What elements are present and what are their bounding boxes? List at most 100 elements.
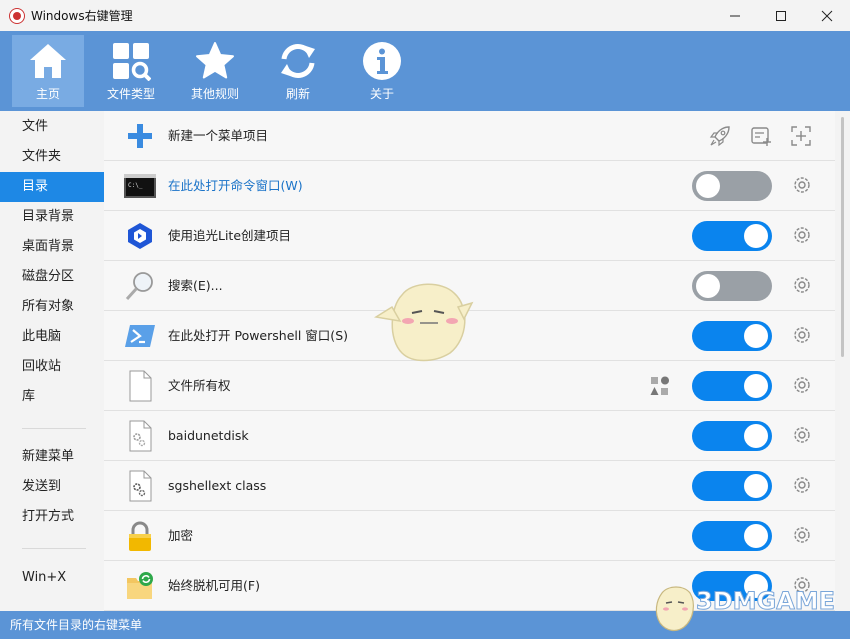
tool-home[interactable]: 主页: [12, 35, 84, 107]
cmd-icon: C:\_: [124, 174, 156, 198]
tool-about[interactable]: 关于: [346, 35, 418, 107]
enable-toggle[interactable]: [692, 471, 772, 501]
star-icon: [196, 42, 234, 79]
menu-item-row[interactable]: C:\_ 在此处打开命令窗口(W): [104, 161, 835, 211]
maximize-button[interactable]: [758, 0, 804, 31]
gear-icon[interactable]: [792, 375, 812, 395]
home-icon: [30, 44, 66, 78]
gear-file-icon: [129, 470, 152, 502]
sidebar-item-drive[interactable]: 磁盘分区: [0, 262, 104, 292]
enable-toggle[interactable]: [692, 171, 772, 201]
gear-icon[interactable]: [792, 175, 812, 195]
lock-icon: [129, 521, 151, 551]
toggle-knob: [744, 524, 768, 548]
tool-other-rules[interactable]: 其他规则: [179, 35, 251, 107]
vertical-scrollbar[interactable]: [835, 111, 850, 611]
menu-item-label: 加密: [168, 528, 194, 543]
sidebar-item-directory-background[interactable]: 目录背景: [0, 202, 104, 232]
menu-item-label: 始终脱机可用(F): [168, 578, 260, 593]
window-title: Windows右键管理: [31, 9, 133, 23]
svg-text:C:\_: C:\_: [128, 182, 143, 189]
gear-file-icon: [129, 420, 152, 452]
tool-file-types[interactable]: 文件类型: [95, 35, 167, 107]
menu-item-label: 在此处打开 Powershell 窗口(S): [168, 328, 348, 343]
watermark: 3DMGAME: [652, 579, 842, 635]
app-icon: [9, 7, 25, 24]
add-crosshair-icon[interactable]: [790, 125, 812, 147]
sidebar-item-desktop-background[interactable]: 桌面背景: [0, 232, 104, 262]
close-icon: [821, 10, 833, 21]
sidebar-item-new-menu[interactable]: 新建菜单: [0, 442, 104, 472]
rocket-icon[interactable]: [709, 125, 731, 147]
add-note-icon[interactable]: [750, 125, 772, 147]
gear-icon[interactable]: [792, 525, 812, 545]
tool-label: 文件类型: [106, 87, 155, 101]
menu-item-label: 在此处打开命令窗口(W): [168, 178, 303, 193]
sidebar-item-library[interactable]: 库: [0, 382, 104, 412]
sidebar-item-this-pc[interactable]: 此电脑: [0, 322, 104, 352]
gear-icon[interactable]: [792, 425, 812, 445]
menu-item-row[interactable]: 文件所有权: [104, 361, 835, 411]
maximize-icon: [776, 10, 786, 21]
menu-item-row[interactable]: 使用追光Lite创建项目: [104, 211, 835, 261]
file-type-icon: [113, 43, 151, 81]
tool-label: 刷新: [285, 87, 310, 101]
refresh-icon: [281, 44, 315, 78]
sidebar-item-send-to[interactable]: 发送到: [0, 472, 104, 502]
minimize-button[interactable]: [712, 0, 758, 31]
close-button[interactable]: [804, 0, 850, 31]
sidebar-item-win-x[interactable]: Win+X: [0, 563, 104, 593]
menu-item-label: 搜索(E)...: [168, 278, 223, 293]
info-icon: [363, 42, 401, 80]
menu-item-label: baidunetdisk: [168, 428, 249, 443]
minimize-icon: [730, 15, 740, 16]
plus-icon: [128, 124, 152, 148]
tool-label: 其他规则: [190, 87, 239, 101]
tool-label: 主页: [35, 87, 60, 101]
gear-icon[interactable]: [792, 325, 812, 345]
blank-file-icon: [129, 370, 152, 402]
toggle-knob: [744, 374, 768, 398]
window-controls: [712, 0, 850, 31]
scrollbar-thumb[interactable]: [841, 117, 844, 357]
title-bar: Windows右键管理: [0, 0, 850, 31]
menu-item-row[interactable]: sgshellext class: [104, 461, 835, 511]
app-logo-icon: [128, 223, 152, 249]
tool-refresh[interactable]: 刷新: [262, 35, 334, 107]
menu-item-row[interactable]: baidunetdisk: [104, 411, 835, 461]
tool-label: 关于: [369, 87, 394, 101]
sidebar: 文件 文件夹 目录 目录背景 桌面背景 磁盘分区 所有对象 此电脑 回收站 库 …: [0, 111, 104, 611]
watermark-text: 3DMGAME: [695, 587, 836, 616]
menu-item-label: 使用追光Lite创建项目: [168, 228, 292, 243]
enable-toggle[interactable]: [692, 371, 772, 401]
enable-toggle[interactable]: [692, 521, 772, 551]
shapes-icon[interactable]: [650, 376, 670, 396]
new-item-row[interactable]: 新建一个菜单项目: [104, 111, 835, 161]
mascot-image: [373, 283, 474, 362]
sidebar-item-folder[interactable]: 文件夹: [0, 142, 104, 172]
gear-icon[interactable]: [792, 475, 812, 495]
sidebar-item-recycle-bin[interactable]: 回收站: [0, 352, 104, 382]
sidebar-divider: [22, 428, 86, 429]
watermark-mascot-icon: [655, 586, 694, 632]
sidebar-item-file[interactable]: 文件: [0, 112, 104, 142]
toggle-knob: [744, 474, 768, 498]
menu-item-label: 文件所有权: [168, 378, 231, 393]
gear-icon[interactable]: [792, 275, 812, 295]
toolbar: 主页 文件类型 其他规则 刷新 关于: [0, 31, 850, 111]
sidebar-item-directory[interactable]: 目录: [0, 172, 104, 202]
sidebar-item-all-objects[interactable]: 所有对象: [0, 292, 104, 322]
enable-toggle[interactable]: [692, 271, 772, 301]
enable-toggle[interactable]: [692, 221, 772, 251]
toggle-knob: [696, 174, 720, 198]
enable-toggle[interactable]: [692, 421, 772, 451]
menu-item-row[interactable]: 加密: [104, 511, 835, 561]
toggle-knob: [744, 324, 768, 348]
powershell-icon: [125, 325, 155, 347]
sidebar-divider: [22, 548, 86, 549]
gear-icon[interactable]: [792, 225, 812, 245]
sync-folder-icon: [127, 572, 153, 599]
menu-item-label: sgshellext class: [168, 478, 267, 493]
enable-toggle[interactable]: [692, 321, 772, 351]
sidebar-item-open-with[interactable]: 打开方式: [0, 502, 104, 532]
